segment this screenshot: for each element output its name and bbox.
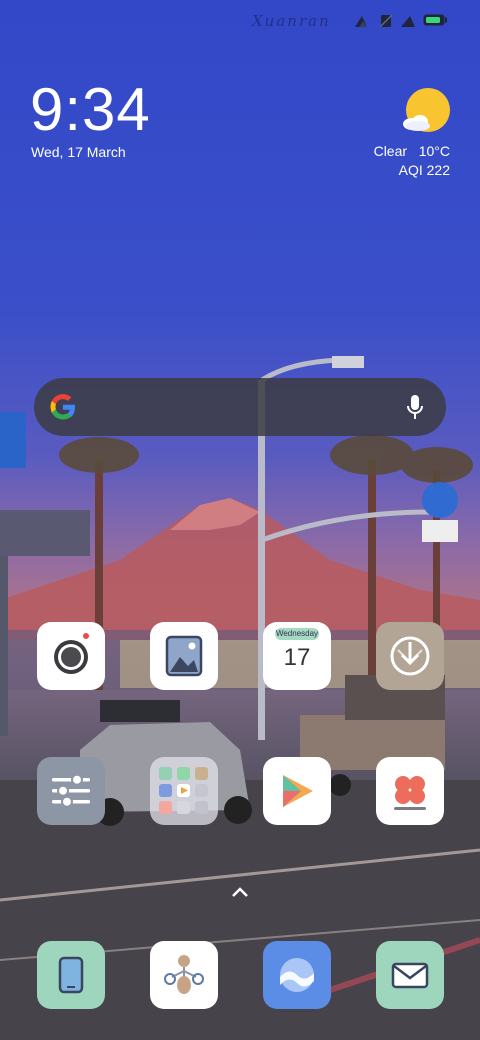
flower-icon bbox=[394, 776, 426, 810]
signal-icon bbox=[355, 16, 367, 27]
battery-icon bbox=[423, 14, 447, 26]
dock-messages-app[interactable] bbox=[376, 941, 444, 1009]
camera-app[interactable] bbox=[37, 622, 105, 690]
google-logo-icon bbox=[50, 394, 75, 420]
calendar-day: 17 bbox=[283, 644, 311, 671]
signal-icon bbox=[401, 16, 415, 27]
chevron-up-icon[interactable] bbox=[230, 886, 250, 900]
camera-icon bbox=[54, 633, 89, 674]
wave-icon bbox=[280, 958, 314, 992]
play-icon bbox=[283, 775, 313, 807]
sun-with-cloud-icon[interactable] bbox=[400, 86, 452, 138]
dock-connect-app[interactable] bbox=[150, 941, 218, 1009]
app-folder[interactable] bbox=[150, 757, 218, 825]
phone-icon bbox=[58, 956, 84, 994]
dock-browser-app[interactable] bbox=[263, 941, 331, 1009]
carrier-label: Xuanran bbox=[252, 12, 331, 30]
folder-icon bbox=[159, 767, 208, 814]
weather-condition: Clear 10°C bbox=[374, 143, 450, 159]
gallery-icon bbox=[165, 635, 203, 677]
weather-temperature: 10°C bbox=[418, 143, 450, 159]
weather-aqi: AQI 222 bbox=[398, 162, 450, 178]
security-app[interactable] bbox=[376, 622, 444, 690]
settings-app[interactable] bbox=[37, 757, 105, 825]
calendar-weekday: Wednesday bbox=[275, 628, 319, 640]
status-bar: Xuanran bbox=[0, 10, 480, 34]
microphone-icon[interactable] bbox=[406, 394, 424, 420]
nodes-icon bbox=[164, 955, 204, 994]
clock-date[interactable]: Wed, 17 March bbox=[31, 144, 126, 160]
clock-time[interactable]: 9:34 bbox=[30, 78, 151, 142]
calendar-app[interactable]: Wednesday 17 bbox=[263, 622, 331, 690]
sliders-icon bbox=[52, 773, 90, 808]
gallery-app[interactable] bbox=[150, 622, 218, 690]
dock-phone-app[interactable] bbox=[37, 941, 105, 1009]
envelope-icon bbox=[391, 962, 429, 989]
shield-download-icon bbox=[390, 636, 430, 676]
no-sim-icon bbox=[380, 14, 392, 28]
play-store-app[interactable] bbox=[263, 757, 331, 825]
google-search-bar[interactable] bbox=[34, 378, 446, 436]
themes-app[interactable] bbox=[376, 757, 444, 825]
weather-condition-label: Clear bbox=[373, 143, 408, 159]
